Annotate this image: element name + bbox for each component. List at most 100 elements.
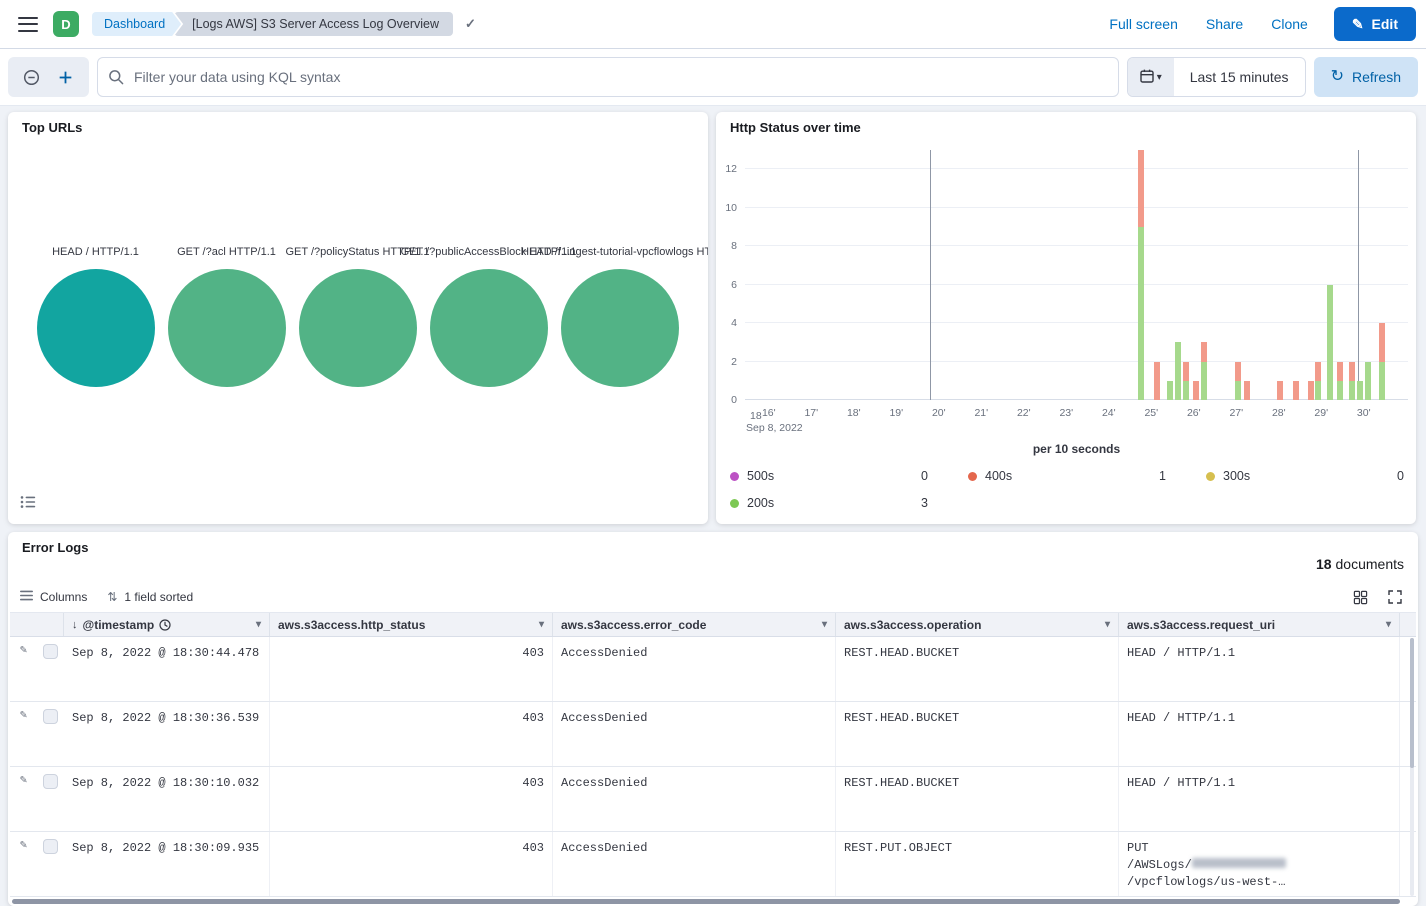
bar-segment-200s[interactable]	[1357, 381, 1363, 400]
panel-title: Http Status over time	[730, 120, 861, 135]
pie-slice[interactable]	[299, 269, 417, 387]
pencil-icon: ✎	[1352, 17, 1364, 31]
bar-segment-200s[interactable]	[1315, 381, 1321, 400]
row-checkbox[interactable]	[43, 644, 58, 659]
bar-segment-400s[interactable]	[1337, 362, 1343, 381]
expand-row-icon[interactable]: ✎	[20, 644, 27, 701]
time-range-button[interactable]: Last 15 minutes	[1174, 58, 1305, 96]
bar-segment-200s[interactable]	[1379, 362, 1385, 400]
chevron-down-icon[interactable]: ▾	[1105, 619, 1110, 630]
columns-button[interactable]: Columns	[20, 590, 87, 604]
column-header-timestamp[interactable]: ↓@timestamp▾	[64, 613, 270, 636]
table-row: ✎Sep 8, 2022 @ 18:30:10.032403AccessDeni…	[10, 767, 1416, 832]
legend-label: 500s	[747, 469, 774, 483]
cell-operation: REST.PUT.OBJECT	[836, 832, 1119, 896]
bar-segment-400s[interactable]	[1154, 362, 1160, 400]
column-header-request_uri[interactable]: aws.s3access.request_uri▾	[1119, 613, 1400, 636]
error-logs-grid: ↓@timestamp▾aws.s3access.http_status▾aws…	[10, 612, 1416, 898]
row-checkbox[interactable]	[43, 709, 58, 724]
pie-slice[interactable]	[37, 269, 155, 387]
y-tick-label: 2	[731, 356, 737, 368]
add-filter-icon[interactable]	[55, 67, 76, 88]
legend-value: 0	[921, 469, 928, 483]
cell-error_code: AccessDenied	[553, 832, 836, 896]
legend-dot	[730, 499, 739, 508]
column-header-operation[interactable]: aws.s3access.operation▾	[836, 613, 1119, 636]
x-tick-label: 28'	[1272, 407, 1286, 419]
x-tick-label: 30'	[1357, 407, 1371, 419]
refresh-button[interactable]: ↻ Refresh	[1314, 57, 1418, 97]
bar-segment-200s[interactable]	[1201, 362, 1207, 400]
pie-slice[interactable]	[168, 269, 286, 387]
column-header-http_status[interactable]: aws.s3access.http_status▾	[270, 613, 553, 636]
kql-search	[97, 57, 1119, 97]
share-link[interactable]: Share	[1206, 16, 1243, 32]
chevron-down-icon[interactable]: ▾	[539, 619, 544, 630]
check-icon: ✓	[465, 16, 476, 32]
bar-segment-400s[interactable]	[1308, 381, 1314, 400]
row-select-cell	[37, 767, 64, 831]
pie-slice[interactable]	[561, 269, 679, 387]
bar-segment-200s[interactable]	[1327, 285, 1333, 400]
expand-row-icon[interactable]: ✎	[20, 839, 27, 896]
expand-row-icon[interactable]: ✎	[20, 709, 27, 766]
bar-segment-400s[interactable]	[1201, 342, 1207, 361]
column-header-error_code[interactable]: aws.s3access.error_code▾	[553, 613, 836, 636]
kql-search-input[interactable]	[97, 57, 1119, 97]
space-avatar[interactable]: D	[53, 11, 79, 37]
search-icon	[108, 69, 124, 90]
display-options-icon[interactable]	[1351, 588, 1370, 607]
x-tick-label: 19'	[889, 407, 903, 419]
full-screen-link[interactable]: Full screen	[1109, 16, 1177, 32]
bar-segment-400s[interactable]	[1183, 362, 1189, 381]
chevron-down-icon[interactable]: ▾	[1386, 619, 1391, 630]
cell-http_status: 403	[270, 832, 553, 896]
legend-item-400s[interactable]: 400s1	[968, 468, 1166, 484]
legend-item-500s[interactable]: 500s 0	[730, 468, 928, 484]
gridline	[745, 322, 1408, 323]
vertical-scrollbar-thumb[interactable]	[1410, 638, 1414, 768]
clone-link[interactable]: Clone	[1271, 16, 1308, 32]
bar-segment-400s[interactable]	[1277, 381, 1283, 400]
edit-button[interactable]: ✎ Edit	[1334, 7, 1416, 41]
expand-row-icon[interactable]: ✎	[20, 774, 27, 831]
row-checkbox[interactable]	[43, 774, 58, 789]
bar-segment-400s[interactable]	[1235, 362, 1241, 381]
bar-segment-400s[interactable]	[1193, 381, 1199, 400]
bar-segment-400s[interactable]	[1379, 323, 1385, 361]
bar-segment-200s[interactable]	[1349, 381, 1355, 400]
bar-segment-200s[interactable]	[1365, 362, 1371, 400]
legend-item-300s[interactable]: 300s0	[1206, 468, 1404, 484]
breadcrumb: Dashboard [Logs AWS] S3 Server Access Lo…	[92, 12, 453, 36]
bar-segment-200s[interactable]	[1138, 227, 1144, 400]
cell-request_uri: HEAD / HTTP/1.1	[1119, 637, 1400, 701]
bar-segment-400s[interactable]	[1138, 150, 1144, 227]
bar-segment-200s[interactable]	[1175, 342, 1181, 400]
bar-segment-400s[interactable]	[1315, 362, 1321, 381]
bar-segment-200s[interactable]	[1337, 381, 1343, 400]
sort-fields-button[interactable]: ⇅ 1 field sorted	[107, 590, 193, 604]
cell-http_status: 403	[270, 767, 553, 831]
disable-filters-icon[interactable]	[21, 67, 42, 88]
bar-segment-400s[interactable]	[1293, 381, 1299, 400]
cell-request_uri: PUT /AWSLogs//vpcflowlogs/us-west-…	[1119, 832, 1400, 896]
fullscreen-icon[interactable]	[1386, 588, 1404, 606]
chevron-down-icon[interactable]: ▾	[256, 619, 261, 630]
horizontal-scrollbar-thumb[interactable]	[12, 899, 1400, 904]
bar-segment-200s[interactable]	[1235, 381, 1241, 400]
legend-item-200s[interactable]: 200s3	[730, 495, 928, 511]
legend-toggle-icon[interactable]	[20, 495, 36, 514]
bar-segment-200s[interactable]	[1183, 381, 1189, 400]
calendar-button[interactable]: ▾	[1128, 58, 1174, 96]
vertical-scrollbar	[1410, 638, 1414, 896]
pie-slice[interactable]	[430, 269, 548, 387]
menu-icon[interactable]	[18, 17, 38, 32]
panel-title: Error Logs	[22, 540, 88, 555]
bar-segment-400s[interactable]	[1349, 362, 1355, 381]
breadcrumb-dashboard[interactable]: Dashboard	[92, 12, 181, 36]
chevron-down-icon[interactable]: ▾	[822, 619, 827, 630]
bar-chart-plot: 02468101216'17'18'19'20'21'22'23'24'25'2…	[745, 150, 1408, 400]
row-checkbox[interactable]	[43, 839, 58, 854]
bar-segment-200s[interactable]	[1167, 381, 1173, 400]
bar-segment-400s[interactable]	[1244, 381, 1250, 400]
